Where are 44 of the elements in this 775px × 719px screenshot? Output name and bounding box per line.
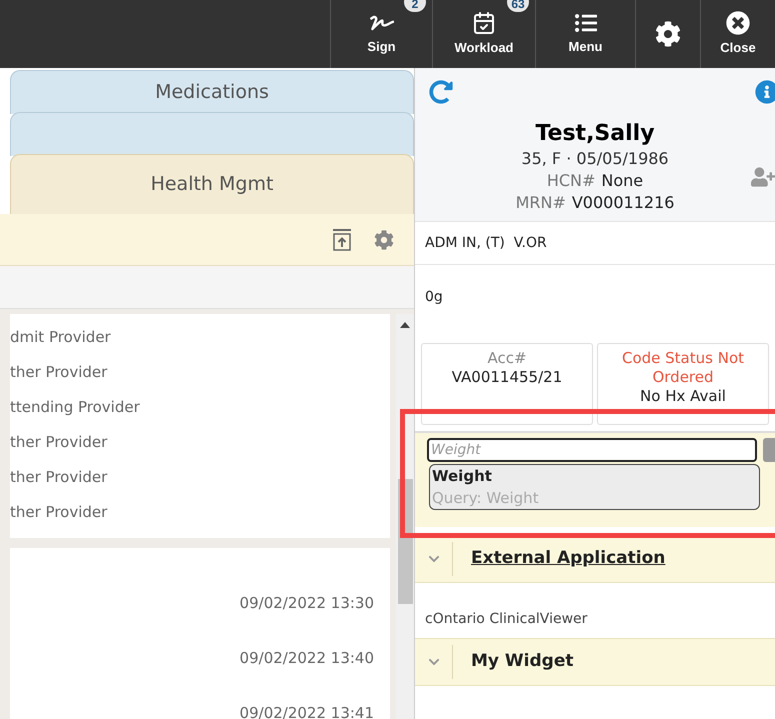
upload-icon[interactable]: [332, 228, 352, 252]
timestamp: 09/02/2022 13:30: [240, 593, 374, 613]
tab[interactable]: Health Mgmt: [10, 154, 414, 214]
timestamp: 09/02/2022 13:40: [240, 648, 374, 668]
mrn-label: MRN#: [516, 192, 566, 214]
chevron-down-icon[interactable]: [428, 656, 440, 668]
patient-demographics: 35, F · 05/05/1986: [521, 148, 669, 170]
provider-row[interactable]: dmit Provider: [10, 320, 390, 355]
suggestion-query: Query: Weight: [432, 488, 540, 509]
card-value: No Hx Avail: [640, 387, 726, 406]
section-title: My Widget: [471, 650, 574, 674]
add-person-icon[interactable]: [751, 166, 775, 188]
section-header[interactable]: External Application: [415, 535, 775, 583]
provider-row[interactable]: ther Provider: [10, 355, 390, 390]
chevron-down-icon[interactable]: [428, 553, 440, 565]
card-value: VA0011455/21: [452, 368, 562, 387]
menu-icon: [574, 12, 598, 34]
scroll-up-icon[interactable]: [400, 322, 410, 328]
provider-row[interactable]: ttending Provider: [10, 390, 390, 425]
hcn-label: HCN#: [546, 170, 596, 192]
close-icon: [726, 10, 750, 35]
card-title: Code Status Not Ordered: [620, 349, 745, 387]
scrollbar[interactable]: [396, 314, 414, 719]
hcn-value: None: [601, 170, 644, 192]
calendar-check-icon: [472, 10, 496, 35]
settings-icon: [655, 21, 681, 47]
provider-row[interactable]: ther Provider: [10, 495, 390, 530]
section-link[interactable]: cOntario ClinicalViewer: [425, 609, 588, 630]
encounter-info: ADM IN, (T) V.OR: [425, 234, 547, 252]
provider-row[interactable]: ther Provider: [10, 425, 390, 460]
tab[interactable]: Medications: [10, 70, 414, 114]
info-icon[interactable]: [755, 80, 775, 104]
section-title[interactable]: External Application: [471, 546, 666, 572]
settings-icon[interactable]: [374, 230, 394, 250]
refresh-icon[interactable]: [429, 80, 453, 104]
mrn-value: V000011216: [572, 192, 674, 214]
patient-name: Test,Sally: [535, 120, 655, 148]
weight-value: 0g: [425, 288, 443, 307]
suggestion-item[interactable]: Weight Query: Weight: [429, 464, 760, 510]
section-header[interactable]: My Widget: [415, 638, 775, 686]
card-title: Acc#: [487, 349, 527, 368]
provider-row[interactable]: ther Provider: [10, 460, 390, 495]
suggestion-title: Weight: [432, 466, 493, 487]
search-field[interactable]: Weight: [427, 438, 758, 462]
